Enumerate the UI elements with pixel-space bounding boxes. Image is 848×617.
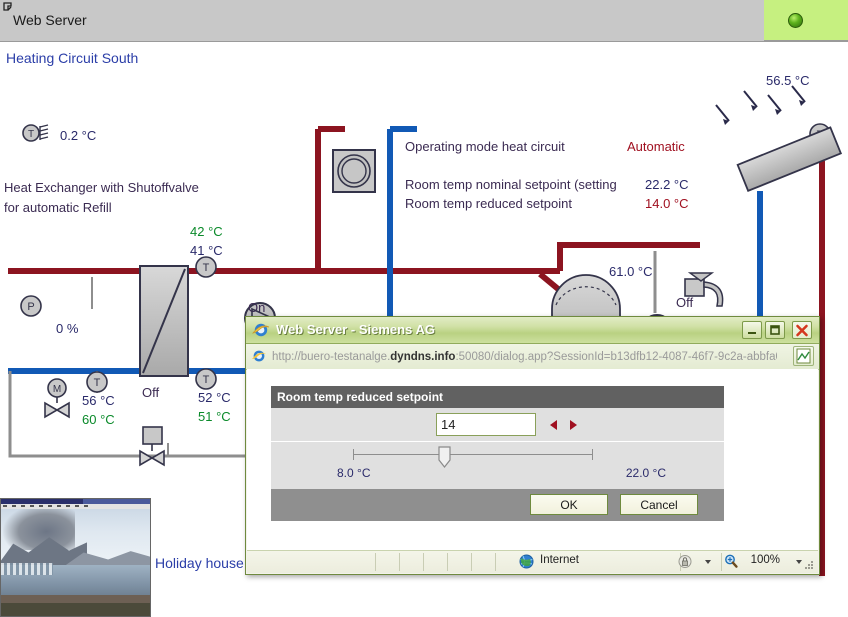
- slider-max-label: 22.0 °C: [625, 466, 666, 480]
- app-titlebar: Web Server: [0, 0, 848, 42]
- statusbar-divider: [721, 553, 722, 571]
- browser-dialog-window[interactable]: Web Server - Siemens AG http://buero-tes…: [245, 316, 820, 575]
- security-zone-label: Internet: [540, 554, 579, 566]
- buffer-temp-measured: 60 °C: [82, 412, 115, 427]
- page-icon: [251, 348, 267, 364]
- statusbar-divider: [447, 553, 448, 571]
- browser-statusbar: Internet 100%: [247, 550, 818, 573]
- svg-text:T: T: [203, 374, 210, 386]
- operating-mode-value[interactable]: Automatic: [627, 139, 685, 154]
- statusbar-divider: [471, 553, 472, 571]
- webcam-overlay-toolbar: [1, 504, 150, 509]
- solar-collector-temp: 56.5 °C: [766, 73, 810, 88]
- dhw-tank-temp: 61.0 °C: [609, 264, 653, 279]
- maximize-button[interactable]: [765, 321, 785, 339]
- webcam-caption[interactable]: Holiday house: [155, 555, 244, 571]
- circuit-pump-state[interactable]: On: [248, 300, 265, 315]
- form-header: Room temp reduced setpoint: [271, 386, 724, 408]
- chevron-down-icon[interactable]: [705, 560, 711, 564]
- zoom-level-label[interactable]: 100%: [751, 554, 780, 566]
- room-reduced-value[interactable]: 14.0 °C: [645, 196, 689, 211]
- go-button[interactable]: [793, 346, 814, 366]
- statusbar-divider: [375, 553, 376, 571]
- section-title: Heating Circuit South: [6, 50, 139, 66]
- close-button[interactable]: [792, 321, 812, 339]
- statusbar-divider: [399, 553, 400, 571]
- webcam-cloud: [3, 504, 75, 550]
- address-input[interactable]: http://buero-testanalge.dyndns.info:5008…: [272, 349, 777, 365]
- hx-caption-line2: for automatic Refill: [4, 200, 112, 215]
- statusbar-divider: [423, 553, 424, 571]
- hx-return-temp-measured: 51 °C: [198, 409, 231, 424]
- slider-row[interactable]: 8.0 °C 22.0 °C: [271, 441, 724, 489]
- dialog-title: Web Server - Siemens AG: [276, 322, 435, 337]
- value-row: [271, 408, 724, 441]
- dhw-pump-state[interactable]: Off: [676, 295, 693, 310]
- minimize-button[interactable]: [742, 321, 762, 339]
- zoom-magnifier-icon[interactable]: [724, 554, 738, 569]
- svg-text:T: T: [203, 262, 210, 274]
- arrow-right-icon[interactable]: [567, 418, 579, 432]
- room-reduced-label: Room temp reduced setpoint: [405, 196, 572, 211]
- buffer-temp-setpoint: 56 °C: [82, 393, 115, 408]
- svg-text:T: T: [28, 129, 34, 140]
- address-bar[interactable]: http://buero-testanalge.dyndns.info:5008…: [246, 344, 819, 370]
- status-led-green-icon: [788, 13, 803, 28]
- hx-return-temp-setpoint: 52 °C: [198, 390, 231, 405]
- webcam-image[interactable]: [0, 498, 151, 617]
- svg-text:M: M: [53, 384, 61, 395]
- chevron-down-icon[interactable]: [796, 560, 802, 564]
- status-panel: [764, 0, 848, 41]
- security-lock-icon[interactable]: [677, 554, 693, 569]
- svg-text:T: T: [94, 377, 101, 389]
- ok-button[interactable]: OK: [530, 494, 608, 515]
- internet-zone-icon: [519, 554, 534, 569]
- internet-explorer-icon: [252, 321, 270, 339]
- hx-caption-line1: Heat Exchanger with Shutoffvalve: [4, 180, 199, 195]
- dialog-titlebar[interactable]: Web Server - Siemens AG: [246, 317, 819, 344]
- room-nominal-label: Room temp nominal setpoint (setting: [405, 177, 617, 192]
- webcam-boats: [1, 563, 53, 575]
- svg-text:P: P: [27, 301, 34, 313]
- webcam-foreground: [1, 603, 150, 616]
- mixing-valve-position[interactable]: 0 %: [56, 321, 78, 336]
- refill-valve-state[interactable]: Off: [142, 385, 159, 400]
- resize-grip-icon[interactable]: [803, 559, 815, 571]
- address-host: dyndns.info: [390, 351, 456, 363]
- hx-flow-temp-setpoint: 41 °C: [190, 243, 223, 258]
- operating-mode-label: Operating mode heat circuit: [405, 139, 565, 154]
- statusbar-divider: [495, 553, 496, 571]
- dialog-content: Room temp reduced setpoint 8.0 °C: [247, 369, 818, 551]
- slider-min-label: 8.0 °C: [337, 466, 371, 480]
- room-nominal-value[interactable]: 22.2 °C: [645, 177, 689, 192]
- page-title: Web Server: [13, 12, 87, 28]
- button-row: OK Cancel: [271, 489, 724, 521]
- address-scheme: http://buero-testanalge.: [272, 351, 391, 363]
- cancel-button[interactable]: Cancel: [620, 494, 698, 515]
- address-path: :50080/dialog.app?SessionId=b13dfb12-408…: [455, 351, 777, 363]
- hx-flow-temp-measured: 42 °C: [190, 224, 223, 239]
- outside-temp-value: 0.2 °C: [60, 128, 97, 143]
- setpoint-form: Room temp reduced setpoint 8.0 °C: [271, 386, 724, 521]
- setpoint-input[interactable]: [436, 413, 536, 436]
- arrow-left-icon[interactable]: [548, 418, 560, 432]
- slider-track[interactable]: [353, 449, 593, 460]
- slider-thumb[interactable]: [438, 446, 451, 468]
